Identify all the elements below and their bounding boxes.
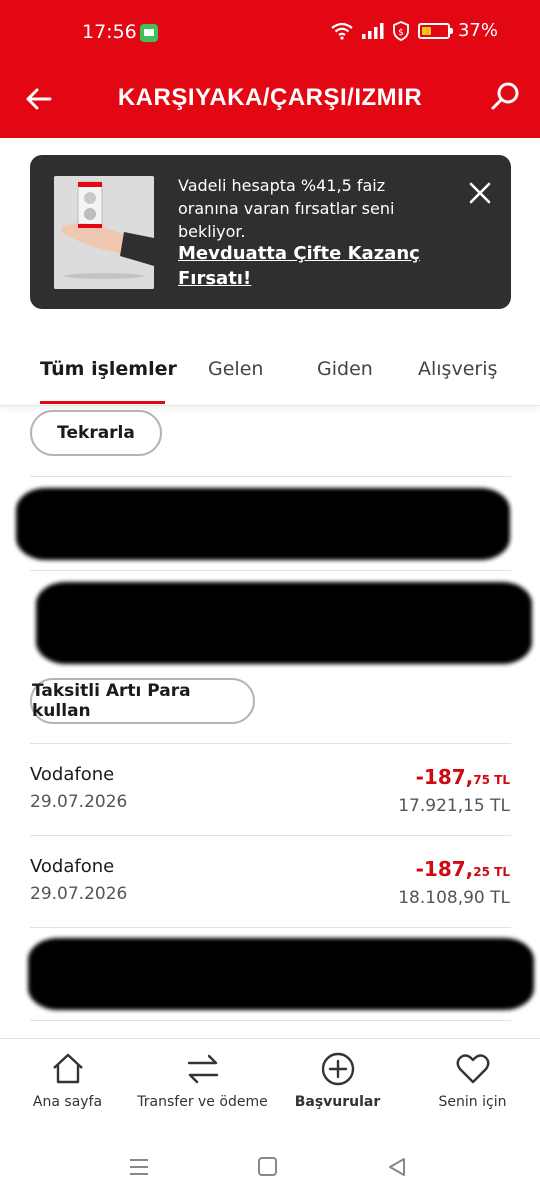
redacted-area <box>16 488 510 560</box>
bottom-navigation: Ana sayfa Transfer ve ödeme Başvurular S… <box>0 1038 540 1130</box>
transaction-name: Vodafone <box>30 764 115 785</box>
amount-decimal: 75 TL <box>473 773 510 787</box>
transaction-name: Vodafone <box>30 856 115 877</box>
promo-link[interactable]: Mevduatta Çifte Kazanç Fırsatı! <box>178 241 468 291</box>
back-triangle-icon[interactable] <box>386 1156 408 1178</box>
arrow-left-icon[interactable] <box>22 82 56 116</box>
status-time: 17:56 <box>82 21 137 43</box>
active-tab-indicator <box>40 401 165 404</box>
plus-circle-icon <box>320 1051 356 1087</box>
svg-text:$: $ <box>398 28 404 38</box>
transaction-amount: -187,75 TL <box>416 765 510 789</box>
amount-main: -187, <box>415 857 474 881</box>
nav-label: Ana sayfa <box>32 1094 103 1110</box>
tab-shopping[interactable]: Alışveriş <box>418 358 497 380</box>
redacted-area <box>36 582 532 664</box>
transaction-tabs: Tüm işlemler Gelen Giden Alışveriş <box>0 336 540 406</box>
divider <box>30 835 511 836</box>
nav-label: Senin için <box>438 1094 507 1110</box>
transfer-icon <box>185 1051 221 1087</box>
nav-transfer[interactable]: Transfer ve ödeme <box>135 1039 270 1131</box>
status-bar: 17:56 $ 37% <box>0 0 540 64</box>
nav-for-you[interactable]: Senin için <box>405 1039 540 1131</box>
battery-icon <box>417 22 453 39</box>
nav-applications[interactable]: Başvurular <box>270 1039 405 1131</box>
promo-illustration <box>54 176 154 289</box>
transaction-balance: 18.108,90 TL <box>398 888 510 908</box>
divider <box>30 570 511 571</box>
nav-label: Transfer ve ödeme <box>137 1094 268 1110</box>
system-navigation-bar <box>0 1130 540 1200</box>
redacted-area <box>28 938 534 1010</box>
transaction-date: 29.07.2026 <box>30 884 128 904</box>
menu-icon[interactable] <box>128 1156 150 1178</box>
search-icon[interactable] <box>488 80 522 114</box>
installment-plus-money-button[interactable]: Taksitli Artı Para kullan <box>30 678 255 724</box>
close-icon[interactable] <box>466 179 494 207</box>
wifi-icon <box>330 22 354 40</box>
home-icon <box>50 1051 86 1087</box>
divider <box>30 927 511 928</box>
amount-decimal: 25 TL <box>473 865 510 879</box>
promo-text: Vadeli hesapta %41,5 faiz oranına varan … <box>178 176 395 241</box>
promo-banner[interactable]: Vadeli hesapta %41,5 faiz oranına varan … <box>30 155 511 309</box>
transaction-date: 29.07.2026 <box>30 792 128 812</box>
transaction-balance: 17.921,15 TL <box>398 796 510 816</box>
repeat-button[interactable]: Tekrarla <box>30 410 162 456</box>
nav-label: Başvurular <box>294 1094 381 1110</box>
transaction-amount: -187,25 TL <box>416 857 510 881</box>
tab-all-transactions[interactable]: Tüm işlemler <box>40 358 177 380</box>
signal-icon <box>361 22 384 39</box>
page-title: KARŞIYAKA/ÇARŞI/IZMIR <box>117 84 423 111</box>
divider <box>30 1020 511 1021</box>
shield-icon: $ <box>392 20 410 41</box>
divider <box>30 476 511 477</box>
tab-outgoing[interactable]: Giden <box>317 358 373 380</box>
home-square-icon[interactable] <box>257 1156 279 1178</box>
tab-incoming[interactable]: Gelen <box>208 358 263 380</box>
nav-home[interactable]: Ana sayfa <box>0 1039 135 1131</box>
divider <box>30 743 511 744</box>
battery-percent: 37% <box>457 20 498 41</box>
app-header: KARŞIYAKA/ÇARŞI/IZMIR <box>0 64 540 138</box>
message-icon <box>140 24 158 42</box>
amount-main: -187, <box>415 765 474 789</box>
heart-icon <box>455 1051 491 1087</box>
